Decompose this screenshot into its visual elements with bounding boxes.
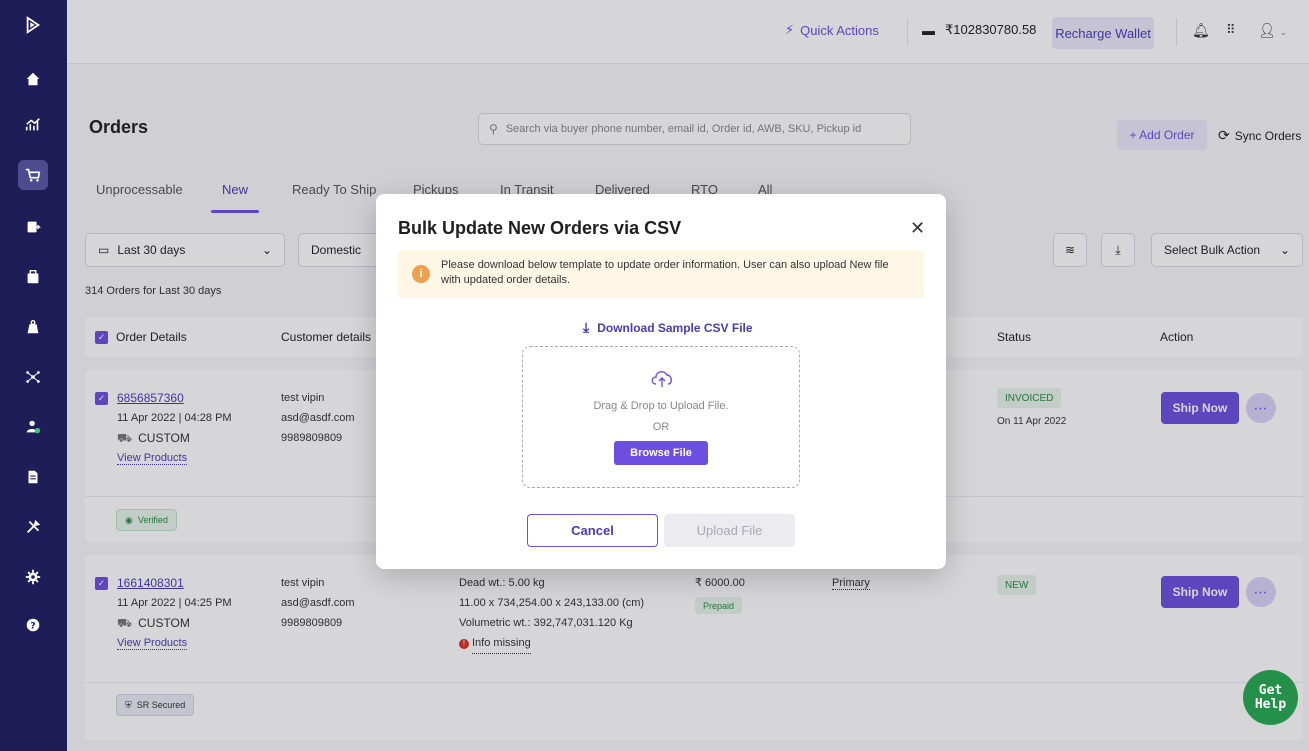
customers-icon[interactable]: [18, 412, 48, 442]
returns-icon[interactable]: [18, 212, 48, 242]
svg-text:?: ?: [30, 622, 35, 632]
home-icon[interactable]: [18, 64, 48, 94]
cancel-button[interactable]: Cancel: [527, 514, 658, 547]
close-icon[interactable]: ✕: [910, 218, 925, 239]
help-question-icon[interactable]: ?: [18, 610, 48, 640]
drag-drop-text: Drag & Drop to Upload File.: [593, 400, 729, 412]
upload-file-button[interactable]: Upload File: [664, 514, 795, 547]
cloud-upload-icon: [649, 367, 675, 392]
download-sample-csv-link[interactable]: ⤓ Download Sample CSV File: [583, 319, 753, 336]
settings-gear-icon[interactable]: [18, 562, 48, 592]
orders-cart-icon[interactable]: [18, 160, 48, 190]
sidebar: ?: [0, 0, 67, 751]
browse-file-button[interactable]: Browse File: [614, 441, 708, 465]
or-text: OR: [652, 421, 670, 433]
get-help-button[interactable]: Get Help: [1243, 670, 1298, 725]
shipment-box-icon[interactable]: [18, 262, 48, 292]
info-banner: i Please download below template to upda…: [398, 250, 924, 298]
file-dropzone[interactable]: Drag & Drop to Upload File. OR Browse Fi…: [522, 346, 800, 488]
weight-icon[interactable]: [18, 312, 48, 342]
billing-document-icon[interactable]: [18, 462, 48, 492]
download-icon: ⤓: [583, 319, 590, 335]
info-text: Please download below template to update…: [441, 259, 889, 286]
analytics-icon[interactable]: [18, 110, 48, 140]
channels-icon[interactable]: [18, 362, 48, 392]
bulk-update-modal: Bulk Update New Orders via CSV ✕ i Pleas…: [376, 194, 946, 569]
info-icon: i: [412, 265, 430, 283]
modal-title: Bulk Update New Orders via CSV: [398, 218, 682, 238]
tools-icon[interactable]: [18, 512, 48, 542]
logo-icon[interactable]: [18, 10, 48, 40]
